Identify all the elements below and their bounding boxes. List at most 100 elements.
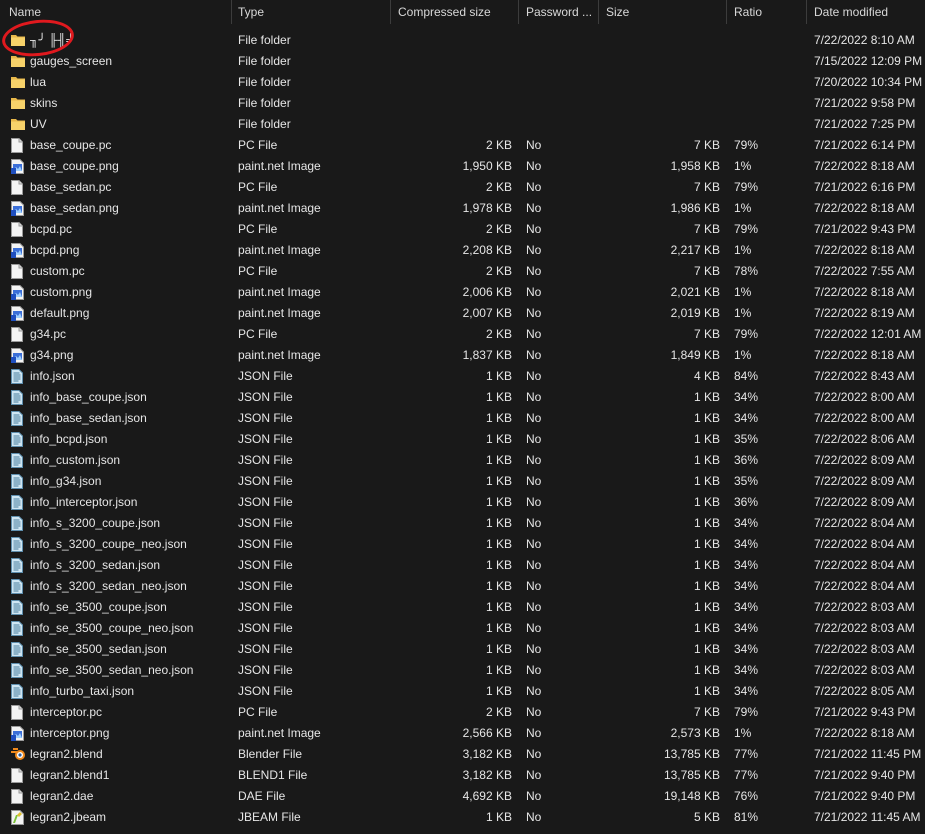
- compressed-size: 2 KB: [485, 222, 512, 236]
- file-name: info_s_3200_coupe_neo.json: [30, 537, 187, 551]
- compressed-size: 2 KB: [485, 138, 512, 152]
- date-modified: 7/22/2022 8:18 AM: [814, 285, 915, 299]
- column-header-date-modified[interactable]: Date modified: [808, 0, 925, 24]
- file-row[interactable]: base_sedan.png paint.net Image 1,978 KB No 1…: [0, 198, 925, 219]
- column-divider[interactable]: [806, 0, 807, 24]
- file-name: base_coupe.pc: [30, 138, 112, 152]
- file-row[interactable]: legran2.jbeam JBEAM File 1 KB No 5 KB 81% 7/21…: [0, 807, 925, 828]
- file-row[interactable]: info_interceptor.json JSON File 1 KB No 1 KB…: [0, 492, 925, 513]
- file-row[interactable]: info_custom.json JSON File 1 KB No 1 KB 36% 7/…: [0, 450, 925, 471]
- compressed-size: 2,566 KB: [462, 726, 512, 740]
- column-divider[interactable]: [726, 0, 727, 24]
- password-protected: No: [526, 327, 542, 341]
- date-modified: 7/21/2022 6:16 PM: [814, 180, 916, 194]
- password-protected: [526, 30, 596, 51]
- column-header-size[interactable]: Size: [600, 0, 726, 24]
- file-size: 1 KB: [693, 411, 720, 425]
- file-row[interactable]: interceptor.png paint.net Image 2,566 KB No…: [0, 723, 925, 744]
- file-row[interactable]: info_turbo_taxi.json JSON File 1 KB No 1 KB 3…: [0, 681, 925, 702]
- column-header-ratio[interactable]: Ratio: [728, 0, 806, 24]
- file-row[interactable]: legran2.blend Blender File 3,182 KB No 13,78…: [0, 744, 925, 765]
- compression-ratio: 34%: [734, 558, 759, 572]
- file-row[interactable]: info_g34.json JSON File 1 KB No 1 KB 35% 7/22/…: [0, 471, 925, 492]
- password-protected: No: [526, 642, 542, 656]
- file-row[interactable]: info_se_3500_sedan_neo.json JSON File 1 KB…: [0, 660, 925, 681]
- file-name: legran2.jbeam: [30, 810, 107, 824]
- file-row[interactable]: custom.png paint.net Image 2,006 KB No 2,021…: [0, 282, 925, 303]
- file-name: gauges_screen: [30, 54, 113, 68]
- file-row[interactable]: info_base_coupe.json JSON File 1 KB No 1 KB 3…: [0, 387, 925, 408]
- file-name: info_interceptor.json: [30, 495, 138, 509]
- json-icon: [11, 558, 25, 573]
- password-protected: No: [526, 453, 542, 467]
- file-row[interactable]: base_coupe.png paint.net Image 1,950 KB No 1…: [0, 156, 925, 177]
- file-row[interactable]: info_s_3200_sedan.json JSON File 1 KB No 1 K…: [0, 555, 925, 576]
- file-row[interactable]: skins File folder 7/21/2022 9:58 PM: [0, 93, 925, 114]
- compression-ratio: 1%: [734, 285, 752, 299]
- file-type: JSON File: [238, 663, 293, 677]
- file-row[interactable]: ╖╯ ╟╢╛ File folder 7/22/2022 8:10 AM: [0, 30, 925, 51]
- compressed-size: 1 KB: [485, 453, 512, 467]
- compressed-size: 2 KB: [485, 264, 512, 278]
- file-size: 7 KB: [693, 264, 720, 278]
- date-modified: 7/22/2022 8:04 AM: [814, 537, 915, 551]
- file-row[interactable]: legran2.blend1 BLEND1 File 3,182 KB No 13,78…: [0, 765, 925, 786]
- file-row[interactable]: info_s_3200_coupe_neo.json JSON File 1 KB N…: [0, 534, 925, 555]
- file-row[interactable]: g34.png paint.net Image 1,837 KB No 1,849 KB…: [0, 345, 925, 366]
- file-row[interactable]: bcpd.pc PC File 2 KB No 7 KB 79% 7/21/2022 9:4…: [0, 219, 925, 240]
- file-icon: [11, 768, 25, 783]
- column-divider[interactable]: [390, 0, 391, 24]
- compressed-size: 1 KB: [485, 663, 512, 677]
- column-divider[interactable]: [518, 0, 519, 24]
- file-row[interactable]: gauges_screen File folder 7/15/2022 12:09 …: [0, 51, 925, 72]
- file-row[interactable]: info_se_3500_coupe_neo.json JSON File 1 KB…: [0, 618, 925, 639]
- compressed-size: 1 KB: [485, 495, 512, 509]
- date-modified: 7/22/2022 8:00 AM: [814, 390, 915, 404]
- password-protected: No: [526, 747, 542, 761]
- date-modified: 7/22/2022 8:00 AM: [814, 411, 915, 425]
- compressed-size: 1 KB: [485, 810, 512, 824]
- file-row[interactable]: default.png paint.net Image 2,007 KB No 2,01…: [0, 303, 925, 324]
- file-row[interactable]: info_se_3500_sedan.json JSON File 1 KB No 1 …: [0, 639, 925, 660]
- file-row[interactable]: bcpd.png paint.net Image 2,208 KB No 2,217 K…: [0, 240, 925, 261]
- file-size: 1,986 KB: [670, 201, 720, 215]
- file-row[interactable]: info_bcpd.json JSON File 1 KB No 1 KB 35% 7/22…: [0, 429, 925, 450]
- file-row[interactable]: info_se_3500_coupe.json JSON File 1 KB No 1 …: [0, 597, 925, 618]
- file-size: 19,148 KB: [663, 789, 720, 803]
- date-modified: 7/22/2022 8:10 AM: [814, 33, 915, 47]
- column-divider[interactable]: [598, 0, 599, 24]
- file-row[interactable]: info_s_3200_sedan_neo.json JSON File 1 KB N…: [0, 576, 925, 597]
- file-row[interactable]: legran2.dae DAE File 4,692 KB No 19,148 KB 76…: [0, 786, 925, 807]
- file-row[interactable]: base_sedan.pc PC File 2 KB No 7 KB 79% 7/21/20…: [0, 177, 925, 198]
- json-icon: [11, 642, 25, 657]
- file-size: 13,785 KB: [663, 768, 720, 782]
- file-name: base_sedan.pc: [30, 180, 112, 194]
- file-row[interactable]: interceptor.pc PC File 2 KB No 7 KB 79% 7/21/2…: [0, 702, 925, 723]
- file-type: File folder: [238, 96, 291, 110]
- file-type: JSON File: [238, 495, 293, 509]
- file-row[interactable]: info.json JSON File 1 KB No 4 KB 84% 7/22/2022…: [0, 366, 925, 387]
- password-protected: No: [526, 306, 542, 320]
- file-row[interactable]: g34.pc PC File 2 KB No 7 KB 79% 7/22/2022 12:0…: [0, 324, 925, 345]
- compression-ratio: 34%: [734, 684, 759, 698]
- file-type: paint.net Image: [238, 726, 321, 740]
- file-row[interactable]: info_base_sedan.json JSON File 1 KB No 1 KB 3…: [0, 408, 925, 429]
- column-header-password[interactable]: Password ...: [520, 0, 598, 24]
- file-row[interactable]: base_coupe.pc PC File 2 KB No 7 KB 79% 7/21/20…: [0, 135, 925, 156]
- file-row[interactable]: custom.pc PC File 2 KB No 7 KB 78% 7/22/2022 7…: [0, 261, 925, 282]
- file-row[interactable]: lua File folder 7/20/2022 10:34 PM: [0, 72, 925, 93]
- file-size: 4 KB: [693, 369, 720, 383]
- compressed-size: [392, 93, 512, 114]
- file-row[interactable]: UV File folder 7/21/2022 7:25 PM: [0, 114, 925, 135]
- date-modified: 7/22/2022 8:18 AM: [814, 201, 915, 215]
- column-header-compressed-size[interactable]: Compressed size: [392, 0, 518, 24]
- file-icon: [11, 789, 25, 804]
- file-size: [600, 114, 720, 135]
- password-protected: No: [526, 369, 542, 383]
- compressed-size: 2 KB: [485, 327, 512, 341]
- column-header-type[interactable]: Type: [232, 0, 390, 24]
- file-row[interactable]: info_s_3200_coupe.json JSON File 1 KB No 1 K…: [0, 513, 925, 534]
- date-modified: 7/22/2022 8:18 AM: [814, 726, 915, 740]
- compression-ratio: 34%: [734, 516, 759, 530]
- compression-ratio: 77%: [734, 768, 759, 782]
